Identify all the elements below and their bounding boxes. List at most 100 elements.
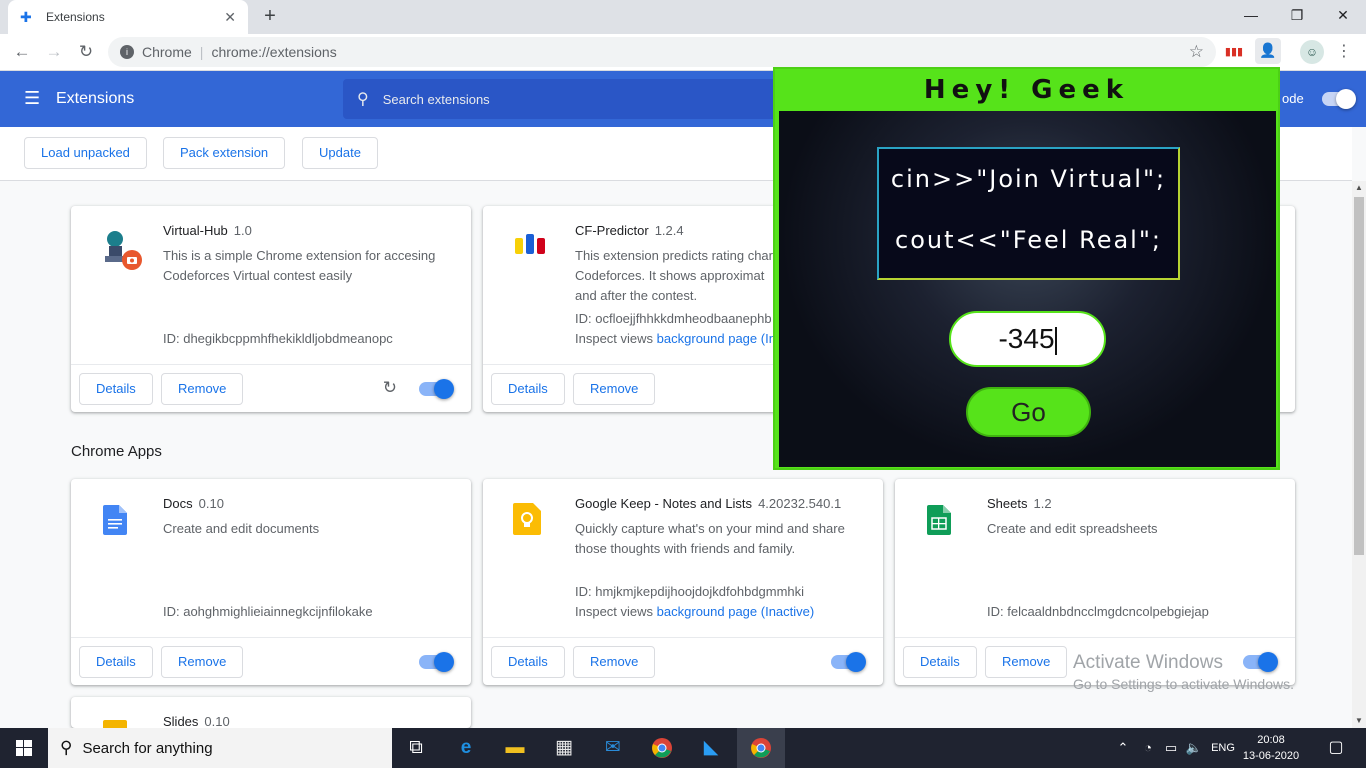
new-tab-button[interactable]: + [258,4,282,28]
cf-predictor-ext-icon[interactable]: ▮▮▮ [1222,40,1246,64]
task-view-icon[interactable]: ⧉ [392,728,440,768]
virtual-hub-ext-icon[interactable]: 👤 [1255,38,1281,64]
mail-icon[interactable]: ✉ [589,728,637,768]
notification-icon[interactable]: ▢ [1318,728,1354,768]
cf-predictor-icon [513,232,545,264]
background-page-link[interactable]: background page (In [657,331,776,346]
enable-toggle[interactable] [419,379,454,399]
app-card-slides: Slides 0.10 [71,697,471,728]
remove-button[interactable]: Remove [573,646,656,678]
taskbar-search-input[interactable]: ⚲ Search for anything [48,728,392,768]
app-name: Slides 0.10 [163,714,230,728]
edge-icon[interactable]: e [442,728,490,768]
app-title: Slides [163,714,199,728]
bookmark-star-icon[interactable]: ☆ [1189,42,1204,62]
background-page-link[interactable]: background page (Inactive) [657,604,815,619]
watermark-line1: Activate Windows [1073,652,1223,673]
forward-icon[interactable]: → [42,40,66,64]
update-button[interactable]: Update [302,137,378,169]
details-button[interactable]: Details [79,646,153,678]
url-separator: | [199,44,204,60]
start-windows-icon[interactable] [0,728,48,768]
remove-button[interactable]: Remove [985,646,1068,678]
app-id: ID: aohghmighlieiainnegkcijnfilokake [163,604,373,619]
minimize-button[interactable]: — [1228,0,1274,32]
extension-title: CF-Predictor [575,223,649,238]
chrome-icon[interactable] [638,728,686,768]
remove-button[interactable]: Remove [161,646,244,678]
scrollbar-thumb[interactable] [1354,197,1364,555]
code-line-2: cout<<"Feel Real"; [895,226,1162,254]
network-icon[interactable]: ◔ [1138,728,1158,768]
app-description: Quickly capture what's on your mind and … [575,521,845,556]
enable-toggle[interactable] [831,652,866,672]
extension-id: ID: dhegikbcppmhfhekikldljobdmeanopc [163,331,393,346]
site-info-icon[interactable]: i [120,45,134,59]
page-scrollbar[interactable]: ▲ ▼ [1352,181,1366,728]
hamburger-menu-icon[interactable]: ☰ [24,89,42,107]
extension-description: This is a simple Chrome extension for ac… [163,248,436,283]
restore-button[interactable]: ❐ [1274,0,1320,32]
remove-button[interactable]: Remove [161,373,244,405]
reload-icon[interactable]: ↻ [74,40,98,64]
chevron-up-icon[interactable]: ⌃ [1113,728,1133,768]
go-button[interactable]: Go [966,387,1091,437]
reload-extension-icon[interactable]: ↻ [383,378,397,398]
details-button[interactable]: Details [903,646,977,678]
contest-id-input[interactable]: -345 [949,311,1106,367]
page-title: Extensions [56,90,135,107]
back-icon[interactable]: ← [10,40,34,64]
remove-button[interactable]: Remove [573,373,656,405]
app-version: 1.2 [1033,496,1052,511]
taskbar-clock[interactable]: 20:08 13-06-2020 [1240,732,1302,764]
activate-windows-watermark: Activate Windows Go to Settings to activ… [1073,652,1294,692]
close-tab-icon[interactable]: ✕ [224,9,236,26]
address-bar[interactable]: i Chrome | chrome://extensions ☆ [108,37,1216,67]
scroll-down-icon[interactable]: ▼ [1352,714,1366,728]
site-chip: Chrome [142,44,192,60]
store-icon[interactable]: ▦ [540,728,588,768]
language-indicator[interactable]: ENG [1208,728,1238,768]
app-version: 0.10 [198,496,224,511]
puzzle-icon: ✚ [20,9,32,25]
inspect-views: Inspect views background page (Inactive) [575,604,814,619]
load-unpacked-button[interactable]: Load unpacked [24,137,147,169]
volume-icon[interactable]: 🔈 [1184,728,1204,768]
url-text[interactable]: chrome://extensions [211,44,336,60]
battery-icon[interactable]: ▭ [1160,728,1182,768]
details-button[interactable]: Details [79,373,153,405]
inspect-label: Inspect views [575,604,654,619]
developer-mode-toggle[interactable] [1322,89,1356,109]
taskbar-search-placeholder: Search for anything [82,739,213,757]
app-name: Docs 0.10 [163,496,224,511]
chrome-active-icon[interactable] [737,728,785,768]
close-window-button[interactable]: ✕ [1320,0,1366,32]
scroll-up-icon[interactable]: ▲ [1352,181,1366,195]
profile-avatar-icon[interactable]: ☺ [1300,40,1324,64]
tab-extensions[interactable]: ✚ Extensions ✕ [8,0,248,34]
details-button[interactable]: Details [491,646,565,678]
docs-icon [103,505,135,537]
search-input[interactable]: ⚲ Search extensions [343,79,783,119]
developer-mode-label: ode [1282,91,1304,106]
tab-strip: ✚ Extensions ✕ + — ❐ ✕ [0,0,1366,34]
app-card-google-keep: Google Keep - Notes and Lists 4.20232.540… [483,479,883,685]
input-value: -345 [998,323,1055,354]
sheets-icon [927,505,959,537]
popup-title: Hey! Geek [923,75,1130,105]
pack-extension-button[interactable]: Pack extension [163,137,286,169]
popup-body: cin>>"Join Virtual"; cout<<"Feel Real"; … [779,111,1276,467]
app-description: Create and edit documents [163,521,320,536]
keep-icon [513,503,545,535]
app-id: ID: hmjkmjkepdijhoojdojkdfohbdgmmhki [575,584,805,599]
menu-kebab-icon[interactable]: ⋮ [1332,40,1356,64]
toggle-knob [846,652,866,672]
vscode-icon[interactable]: ◣ [687,728,735,768]
details-button[interactable]: Details [491,373,565,405]
app-title: Sheets [987,496,1028,511]
file-explorer-icon[interactable]: ▬ [491,728,539,768]
app-version: 0.10 [204,714,230,728]
extension-description: This extension predicts rating char Code… [575,248,773,303]
enable-toggle[interactable] [419,652,454,672]
extension-name: CF-Predictor 1.2.4 [575,223,684,238]
